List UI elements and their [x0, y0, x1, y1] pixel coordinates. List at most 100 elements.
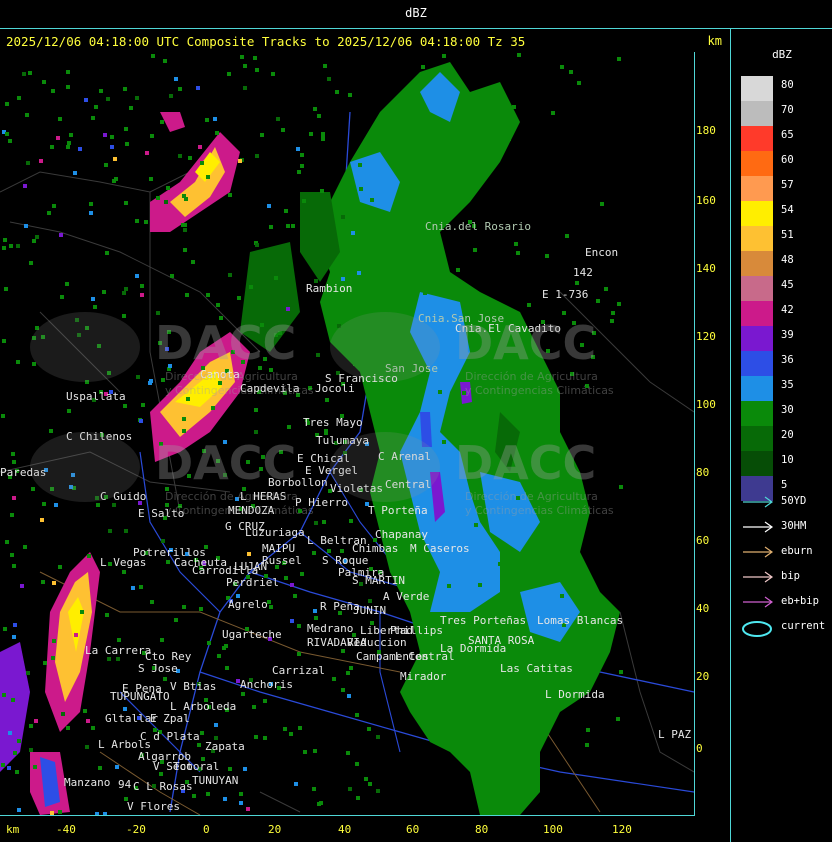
colorbar-label: 20 [781, 429, 794, 441]
echo-pixel [216, 303, 220, 307]
echo-pixel [527, 303, 531, 307]
echo-pixel [340, 549, 344, 553]
echo-pixel [32, 239, 36, 243]
colorbar-label: 65 [781, 129, 794, 141]
echo-pixel [23, 545, 27, 549]
echo-pixel [122, 314, 126, 318]
echo-pixel [23, 184, 27, 188]
place-label: Carrizal [272, 664, 325, 677]
echo-pixel [40, 518, 44, 522]
colorbar-swatch [741, 326, 773, 351]
radar-map[interactable]: Cnia.del Rosario Encon 142 E 1-736 Rambion Cn… [0, 52, 695, 816]
echo-pixel [206, 175, 210, 179]
echo-pixel [110, 135, 114, 139]
watermark-line2: y Contingencias Climáticas [465, 504, 614, 517]
echo-pixel [238, 159, 242, 163]
echo-pixel [136, 375, 140, 379]
echo-pixel [341, 277, 345, 281]
echo-pixel [150, 600, 154, 604]
place-label: Uspallata [66, 390, 126, 403]
echo-pixel [8, 139, 12, 143]
caption-bar: 2025/12/06 04:18:00 UTC Composite Tracks… [0, 30, 730, 52]
echo-pixel [290, 583, 294, 587]
echo-pixel [12, 635, 16, 639]
echo-pixel [50, 145, 54, 149]
echo-pixel [253, 56, 257, 60]
echo-pixel [474, 523, 478, 527]
echo-pixel [29, 261, 33, 265]
echo-pixel [164, 200, 168, 204]
colorbar-swatch [741, 301, 773, 326]
place-label: Phillips [390, 624, 443, 637]
watermark-line1: Dirección de Agricultura [165, 490, 298, 503]
title-bar: dBZ [0, 0, 832, 29]
echo-pixel [78, 147, 82, 151]
echo-pixel [332, 677, 336, 681]
echo-pixel [52, 581, 56, 585]
echo-pixel [421, 65, 425, 69]
echo-pixel [108, 529, 112, 533]
echo-pixel [16, 360, 20, 364]
echo-pixel [135, 274, 139, 278]
echo-pixel [140, 293, 144, 297]
echo-pixel [478, 710, 482, 714]
place-label: C L Rosas [133, 780, 193, 793]
echo-pixel [182, 429, 186, 433]
echo-pixel [112, 503, 116, 507]
place-label: Lomas Blancas [537, 614, 624, 627]
echo-pixel [610, 319, 614, 323]
echo-pixel [228, 193, 232, 197]
echo-pixel [129, 106, 133, 110]
echo-pixel [197, 743, 201, 747]
echo-pixel [323, 64, 327, 68]
y-tick-label: 40 [696, 602, 710, 615]
echo-pixel [312, 787, 316, 791]
echo-pixel [495, 738, 499, 742]
legend-panel: dBZ 80 70 65 60 57 54 51 48 45 42 39 36 35 30 20 10 5 50… [730, 28, 832, 842]
echo-pixel [376, 735, 380, 739]
echo-pixel [287, 425, 291, 429]
place-label: E Zpal [150, 712, 190, 725]
echo-pixel [17, 808, 21, 812]
map-boundary [259, 791, 301, 813]
echo-pixel [600, 202, 604, 206]
echo-pixel [11, 452, 15, 456]
echo-pixel [243, 767, 247, 771]
echo-pixel [31, 487, 35, 491]
echo-pixel [58, 117, 62, 121]
echo-pixel [12, 496, 16, 500]
echo-pixel [447, 584, 451, 588]
echo-pixel [94, 105, 98, 109]
echo-pixel [58, 565, 62, 569]
echo-pixel [423, 291, 427, 295]
echo-pixel [22, 72, 26, 76]
echo-pixel [486, 157, 490, 161]
echo-pixel [170, 274, 174, 278]
echo-pixel [191, 260, 195, 264]
echo-pixel [297, 652, 301, 656]
echo-pixel [569, 70, 573, 74]
echo-pixel [300, 572, 304, 576]
y-tick-label: 20 [696, 670, 710, 683]
echo-pixel [24, 224, 28, 228]
echo-pixel [80, 610, 84, 614]
echo-pixel [246, 807, 250, 811]
place-label: Rambion [306, 282, 353, 295]
arrow-icon [743, 546, 774, 558]
echo-pixel [347, 694, 351, 698]
echo-pixel [252, 705, 256, 709]
arrow-icon [743, 521, 774, 533]
place-label: Agrelo [228, 598, 268, 611]
echo-pixel [317, 114, 321, 118]
echo-pixel [156, 311, 160, 315]
echo-pixel [66, 726, 70, 730]
echo-pixel [206, 293, 210, 297]
echo-pixel [41, 580, 45, 584]
echo-pixel [576, 639, 580, 643]
echo-pixel [60, 295, 64, 299]
echo-pixel [26, 161, 30, 165]
echo-pixel [225, 666, 229, 670]
echo-pixel [291, 224, 295, 228]
colorbar-swatch [741, 251, 773, 276]
echo-pixel [365, 146, 369, 150]
